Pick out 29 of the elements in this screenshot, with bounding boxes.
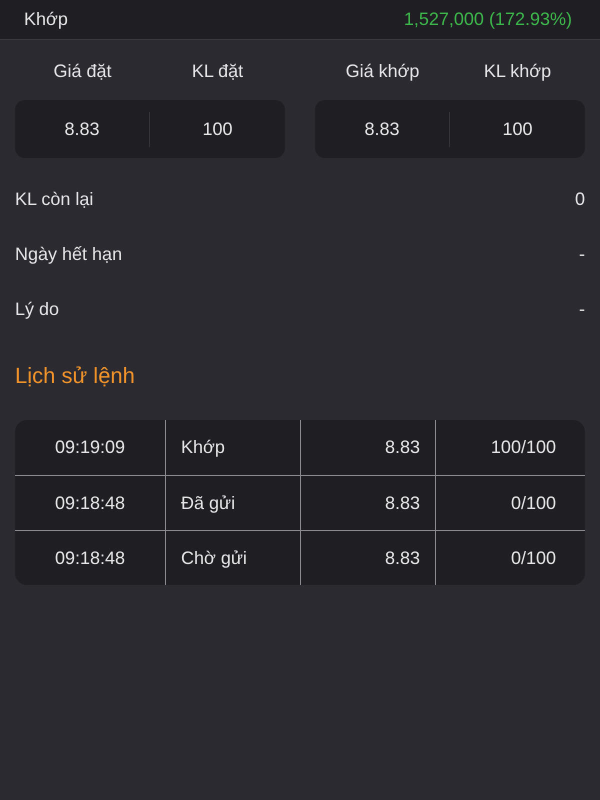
detail-value: -: [579, 243, 585, 266]
value-text: 8.83: [315, 112, 450, 146]
status-cell: Khớp: [165, 420, 300, 475]
price-cell: 8.83: [300, 476, 435, 530]
column-header: Giá khớp: [344, 60, 420, 83]
detail-value: -: [579, 298, 585, 321]
price-cell: 8.83: [300, 420, 435, 475]
matched-value: 1,527,000 (172.93%): [404, 8, 573, 31]
status-cell: Đã gửi: [165, 476, 300, 530]
detail-value: 0: [574, 188, 585, 211]
volume-cell: 0/100: [435, 531, 585, 585]
column-header: KL khớp: [482, 60, 552, 83]
price-cell: 8.83: [300, 531, 435, 585]
column-header: Giá đặt: [52, 60, 113, 82]
column-header: KL đặt: [190, 60, 244, 82]
volume-cell: 100/100: [435, 420, 585, 475]
status-cell: Chờ gửi: [165, 531, 300, 585]
detail-label: Ngày hết hạn: [15, 243, 122, 266]
volume-cell: 0/100: [435, 476, 585, 530]
detail-label: Lý do: [15, 298, 60, 321]
time-cell-text: 09:19:09: [54, 436, 126, 459]
value-text: 100: [501, 118, 534, 140]
status-label: Khớp: [24, 8, 68, 31]
detail-label: KL còn lại: [15, 188, 94, 211]
section-title: Lịch sử lệnh: [14, 362, 136, 390]
value-text: 8.83: [15, 112, 150, 146]
value-text: 100: [201, 118, 234, 140]
time-cell-text: 09:18:48: [54, 546, 126, 570]
time-cell-text: 09:18:48: [54, 492, 126, 514]
